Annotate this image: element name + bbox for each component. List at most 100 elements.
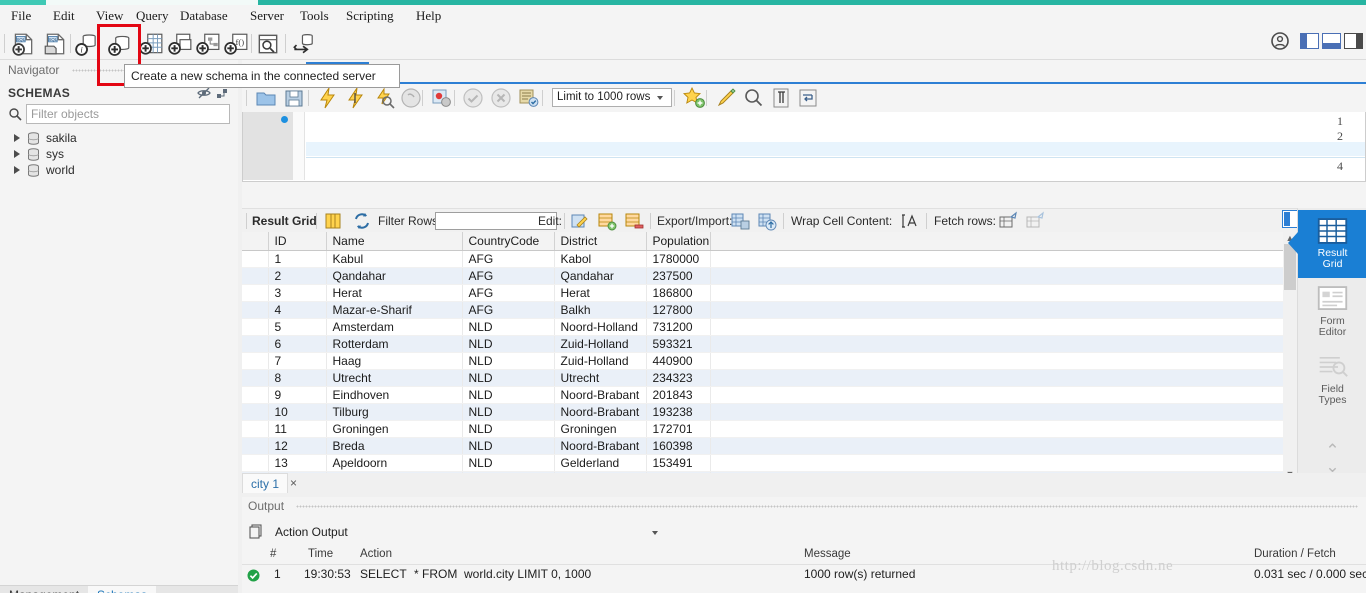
insert-row-icon[interactable]	[597, 211, 617, 231]
table-cell[interactable]: NLD	[462, 352, 555, 370]
menu-item-help[interactable]: Help	[413, 5, 444, 27]
table-row[interactable]: 13 Apeldoorn NLD Gelderland 153491	[242, 454, 1297, 472]
expand-triangle-icon[interactable]	[14, 166, 20, 174]
sidebar-item-result-grid[interactable]: Result Grid	[1288, 210, 1366, 278]
table-cell[interactable]: 8	[268, 369, 327, 387]
schema-item-sys[interactable]: sys	[0, 146, 238, 162]
scroll-up-icon[interactable]: ⌃	[1298, 442, 1366, 459]
table-cell[interactable]: 10	[268, 403, 327, 421]
table-cell[interactable]	[242, 386, 269, 404]
table-cell[interactable]: 5	[268, 318, 327, 336]
table-cell[interactable]: Noord-Brabant	[554, 403, 647, 421]
table-row[interactable]: 9 Eindhoven NLD Noord-Brabant 201843	[242, 386, 1297, 404]
table-cell[interactable]: AFG	[462, 267, 555, 285]
toggle-sidebar-button[interactable]	[1300, 33, 1319, 49]
menu-item-database[interactable]: Database	[177, 5, 231, 27]
new-sql-tab-icon[interactable]: SQL	[10, 31, 36, 57]
table-cell[interactable]	[242, 352, 269, 370]
open-sql-script-icon[interactable]: SQL	[42, 31, 68, 57]
table-cell[interactable]: 593321	[646, 335, 711, 353]
table-cell[interactable]: Mazar-e-Sharif	[326, 301, 463, 319]
stop-execution-icon[interactable]	[399, 86, 423, 110]
menu-item-file[interactable]: File	[8, 5, 34, 27]
table-cell[interactable]: AFG	[462, 284, 555, 302]
table-cell[interactable]: 731200	[646, 318, 711, 336]
explain-query-icon[interactable]	[372, 86, 396, 110]
import-recordset-icon[interactable]	[757, 211, 777, 231]
table-cell[interactable]: Herat	[326, 284, 463, 302]
table-cell[interactable]: Zuid-Holland	[554, 352, 647, 370]
table-row[interactable]: 11 Groningen NLD Groningen 172701	[242, 420, 1297, 438]
table-cell[interactable]	[242, 420, 269, 438]
toggle-secondary-sidebar-button[interactable]	[1344, 33, 1363, 49]
table-cell[interactable]	[242, 437, 269, 455]
table-cell[interactable]: Qandahar	[554, 267, 647, 285]
table-cell[interactable]: 237500	[646, 267, 711, 285]
table-cell[interactable]: 193238	[646, 403, 711, 421]
toggle-output-panel-button[interactable]	[1322, 33, 1341, 49]
column-header-District[interactable]: District	[554, 232, 647, 251]
output-view-select[interactable]: Action Output	[270, 523, 410, 542]
edit-cell-icon[interactable]	[570, 211, 590, 231]
column-header-CountryCode[interactable]: CountryCode	[462, 232, 555, 251]
sidebar-item-field-types[interactable]: Field Types	[1298, 346, 1366, 414]
table-cell[interactable]: NLD	[462, 318, 555, 336]
output-view-icon[interactable]	[248, 524, 264, 540]
table-cell[interactable]: 1780000	[646, 250, 711, 268]
table-row[interactable]: 2 Qandahar AFG Qandahar 237500	[242, 267, 1297, 285]
table-cell[interactable]: Groningen	[326, 420, 463, 438]
table-cell[interactable]: Breda	[326, 437, 463, 455]
table-cell[interactable]: NLD	[462, 454, 555, 472]
column-header-ID[interactable]: ID	[268, 232, 327, 251]
delete-row-icon[interactable]	[624, 211, 644, 231]
chevron-down-icon[interactable]	[657, 96, 663, 100]
table-cell[interactable]: Kabul	[326, 250, 463, 268]
save-snippet-icon[interactable]	[682, 86, 706, 110]
table-cell[interactable]: Kabol	[554, 250, 647, 268]
table-row[interactable]: 1 Kabul AFG Kabol 1780000	[242, 250, 1297, 268]
table-cell[interactable]: Apeldoorn	[326, 454, 463, 472]
toggle-invisible-characters-icon[interactable]	[769, 86, 793, 110]
table-cell[interactable]: 186800	[646, 284, 711, 302]
table-cell[interactable]: Haag	[326, 352, 463, 370]
menu-item-server[interactable]: Server	[247, 5, 287, 27]
table-row[interactable]: 5 Amsterdam NLD Noord-Holland 731200	[242, 318, 1297, 336]
scroll-down-icon[interactable]: ⌄	[1298, 458, 1366, 475]
table-cell[interactable]	[242, 318, 269, 336]
find-icon[interactable]	[742, 86, 766, 110]
output-row[interactable]: 1 19:30:53 SELECT * FROM world.city LIMI…	[242, 565, 1366, 585]
result-data-grid[interactable]: ID Name CountryCode District Population 1 Kab…	[242, 232, 1297, 480]
table-cell[interactable]: AFG	[462, 250, 555, 268]
column-header-Population[interactable]: Population	[646, 232, 711, 251]
table-cell[interactable]: 4	[268, 301, 327, 319]
menu-item-view[interactable]: View	[93, 5, 126, 27]
table-cell[interactable]: 13	[268, 454, 327, 472]
expand-triangle-icon[interactable]	[14, 134, 20, 142]
toggle-autocommit-icon[interactable]	[517, 86, 541, 110]
beautify-sql-icon[interactable]	[715, 86, 739, 110]
schema-item-sakila[interactable]: sakila	[0, 130, 238, 146]
collapse-all-icon[interactable]	[197, 86, 211, 100]
table-cell[interactable]	[242, 403, 269, 421]
table-cell[interactable]: 6	[268, 335, 327, 353]
table-cell[interactable]: Rotterdam	[326, 335, 463, 353]
column-header-Name[interactable]: Name	[326, 232, 463, 251]
table-row[interactable]: 12 Breda NLD Noord-Brabant 160398	[242, 437, 1297, 455]
table-cell[interactable]: 153491	[646, 454, 711, 472]
column-header-select[interactable]	[242, 232, 269, 251]
create-new-table-icon[interactable]	[138, 31, 164, 57]
table-cell[interactable]: 11	[268, 420, 327, 438]
table-row[interactable]: 6 Rotterdam NLD Zuid-Holland 593321	[242, 335, 1297, 353]
save-script-icon[interactable]	[282, 86, 306, 110]
table-cell[interactable]: 3	[268, 284, 327, 302]
breakpoint-marker-icon[interactable]	[281, 116, 288, 123]
reconnect-server-icon[interactable]	[290, 31, 316, 57]
table-cell[interactable]: Amsterdam	[326, 318, 463, 336]
table-cell[interactable]: 2	[268, 267, 327, 285]
menu-item-tools[interactable]: Tools	[297, 5, 332, 27]
table-cell[interactable]	[242, 250, 269, 268]
navigator-tab-management[interactable]: Management	[0, 586, 88, 593]
table-row[interactable]: 7 Haag NLD Zuid-Holland 440900	[242, 352, 1297, 370]
table-cell[interactable]: 234323	[646, 369, 711, 387]
table-cell[interactable]: 9	[268, 386, 327, 404]
